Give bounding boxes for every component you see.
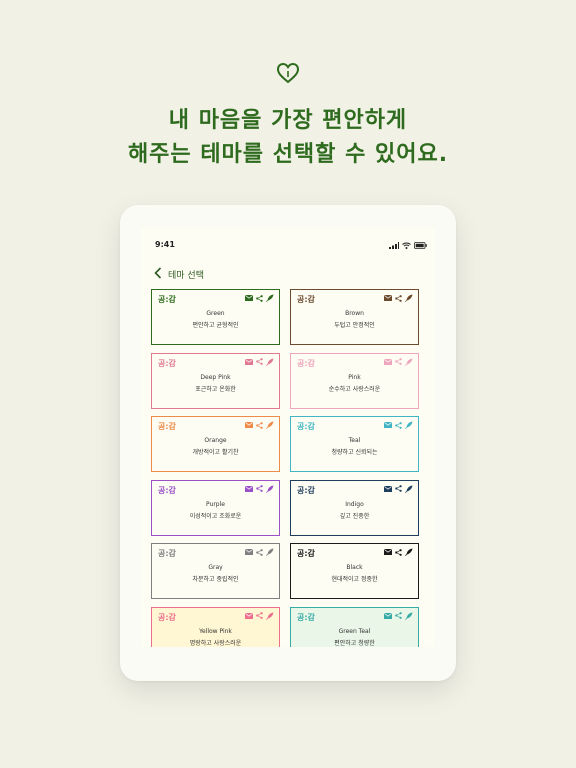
feather-icon [266,485,274,493]
theme-description: 청량하고 신뢰되는 [331,449,378,456]
share-icon [395,548,402,556]
status-bar: 9:41 [141,227,435,249]
theme-brand-label: 공:감 [297,485,315,495]
theme-description: 편안하고 균형적인 [192,322,239,329]
theme-card[interactable]: 공:감 Purple 이성적이고 조화로운 [151,479,280,536]
theme-card[interactable]: 공:감 Deep Pink 포근하고 온화한 [151,352,280,409]
mail-icon [245,549,253,555]
nav-bar: 테마 선택 [141,263,435,283]
theme-name: Pink [348,373,361,381]
theme-name: Green Teal [338,627,371,635]
tablet-frame: 9:41 테마 선택 공:감 Green 편안하고 균형적인 공:감 Brown… [120,205,456,681]
theme-name: Gray [208,564,223,571]
share-icon [395,358,402,365]
share-icon [256,485,263,492]
theme-name: Deep Pink [200,373,231,381]
theme-name: Teal [348,437,361,444]
theme-card[interactable]: 공:감 Green Teal 편안하고 청량한 [290,606,419,647]
theme-brand-label: 공:감 [297,295,315,304]
theme-description: 포근하고 온화한 [195,385,236,393]
theme-brand-label: 공:감 [158,358,176,368]
theme-brand-label: 공:감 [158,485,176,495]
theme-card[interactable]: 공:감 Black 현대적이고 정중한 [290,543,419,599]
share-icon [256,294,263,302]
theme-description: 깊고 진중한 [339,512,370,520]
headline-line-1: 내 마음을 가장 편안하게 [168,108,408,133]
signal-icon [389,242,399,249]
feather-icon [266,294,274,302]
share-icon [395,485,402,492]
theme-card[interactable]: 공:감 Orange 개방적이고 활기찬 [151,416,280,472]
theme-description: 차분하고 중립적인 [192,576,239,583]
theme-card[interactable]: 공:감 Gray 차분하고 중립적인 [151,543,280,599]
status-time: 9:41 [155,240,175,249]
theme-description: 이성적이고 조화로운 [189,512,242,520]
theme-name: Yellow Pink [199,627,232,635]
share-icon [395,612,402,619]
theme-name: Black [346,564,363,571]
share-icon [256,358,263,365]
theme-card[interactable]: 공:감 Pink 순수하고 사랑스러운 [290,352,419,409]
feather-icon [405,485,413,493]
feather-icon [266,548,274,556]
theme-card[interactable]: 공:감 Brown 두텁고 안정적인 [290,289,419,345]
mail-icon [245,485,253,492]
feather-icon [405,421,413,429]
feather-icon [405,548,413,556]
mail-icon [245,358,253,365]
theme-brand-label: 공:감 [158,549,176,558]
heart-icon [276,62,300,84]
battery-icon [414,242,427,249]
theme-description: 현대적이고 정중한 [331,576,378,583]
mail-icon [384,612,392,619]
theme-description: 두텁고 안정적인 [334,322,375,329]
theme-brand-label: 공:감 [297,612,315,622]
theme-card[interactable]: 공:감 Yellow Pink 명랑하고 사랑스러운 [151,606,280,647]
feather-icon [266,612,274,620]
theme-name: Purple [206,500,225,508]
feather-icon [405,612,413,620]
mail-icon [384,295,392,301]
device-screen: 9:41 테마 선택 공:감 Green 편안하고 균형적인 공:감 Brown… [141,227,435,647]
theme-brand-label: 공:감 [158,422,176,431]
theme-description: 개방적이고 활기찬 [192,449,239,456]
share-icon [395,294,402,302]
theme-brand-label: 공:감 [297,358,315,368]
theme-brand-label: 공:감 [297,422,315,431]
feather-icon [405,358,413,366]
wifi-icon [402,242,411,249]
theme-brand-label: 공:감 [158,612,176,622]
headline-line-2: 해주는 테마를 선택할 수 있어요. [127,142,449,167]
theme-name: Brown [345,310,364,317]
mail-icon [384,549,392,555]
chevron-left-icon[interactable] [153,267,163,279]
share-icon [256,548,263,556]
mail-icon [245,295,253,301]
feather-icon [266,358,274,366]
mail-icon [384,422,392,428]
share-icon [256,421,263,429]
mail-icon [245,422,253,428]
feather-icon [266,421,274,429]
theme-description: 순수하고 사랑스러운 [328,385,381,393]
theme-card[interactable]: 공:감 Indigo 깊고 진중한 [290,479,419,536]
mail-icon [245,612,253,619]
theme-card[interactable]: 공:감 Teal 청량하고 신뢰되는 [290,416,419,472]
share-icon [256,612,263,619]
theme-brand-label: 공:감 [158,295,176,304]
page-title: 테마 선택 [168,271,204,281]
theme-name: Orange [204,437,227,444]
mail-icon [384,485,392,492]
share-icon [395,421,402,429]
theme-description: 명랑하고 사랑스러운 [189,639,242,647]
theme-description: 편안하고 청량한 [334,639,375,647]
feather-icon [405,294,413,302]
theme-name: Green [206,310,225,317]
mail-icon [384,358,392,365]
theme-name: Indigo [345,500,364,508]
theme-brand-label: 공:감 [297,549,315,558]
theme-card[interactable]: 공:감 Green 편안하고 균형적인 [151,289,280,345]
